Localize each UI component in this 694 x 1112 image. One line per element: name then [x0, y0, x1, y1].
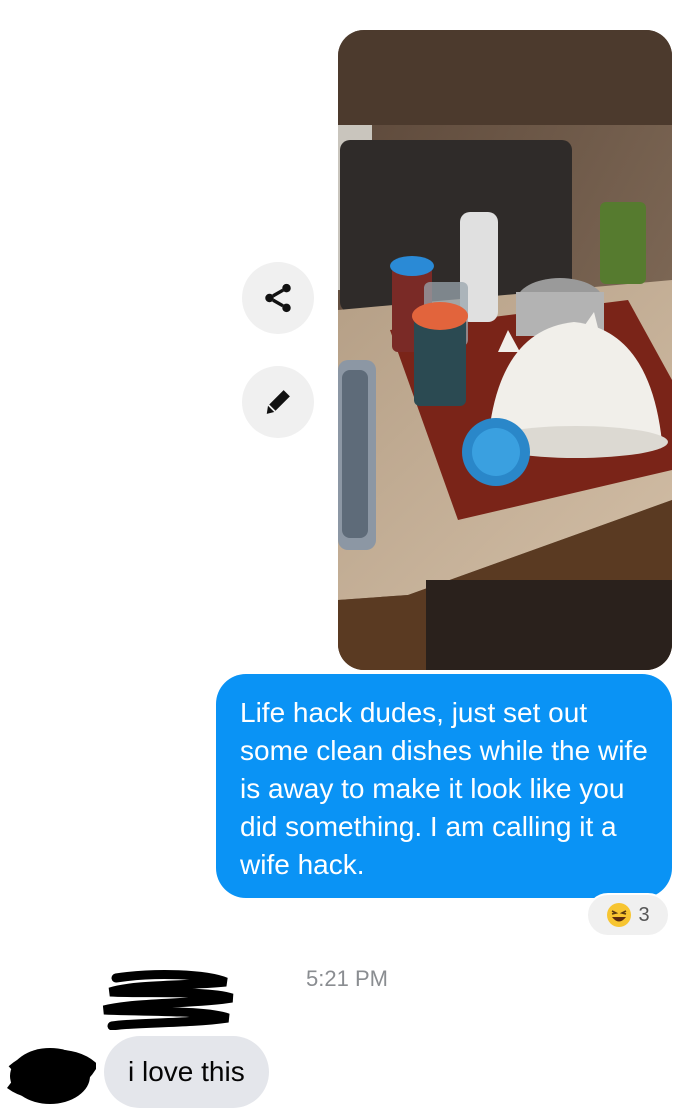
pencil-icon	[266, 390, 290, 414]
kitchen-photo-image	[338, 30, 672, 670]
reaction-badge[interactable]: 3	[586, 893, 670, 937]
laughing-face-icon	[607, 903, 632, 927]
outgoing-message-bubble[interactable]: Life hack dudes, just set out some clean…	[216, 674, 672, 898]
share-button[interactable]	[242, 262, 314, 334]
incoming-message-text: i love this	[128, 1056, 245, 1087]
edit-button[interactable]	[242, 366, 314, 438]
reaction-count: 3	[638, 903, 650, 926]
outgoing-message-text: Life hack dudes, just set out some clean…	[240, 697, 648, 880]
redacted-name-scribble	[102, 970, 234, 1030]
redacted-avatar-scribble	[7, 1048, 96, 1104]
sent-photo[interactable]	[338, 30, 672, 670]
incoming-message-bubble[interactable]: i love this	[104, 1036, 269, 1108]
share-icon	[265, 283, 291, 313]
